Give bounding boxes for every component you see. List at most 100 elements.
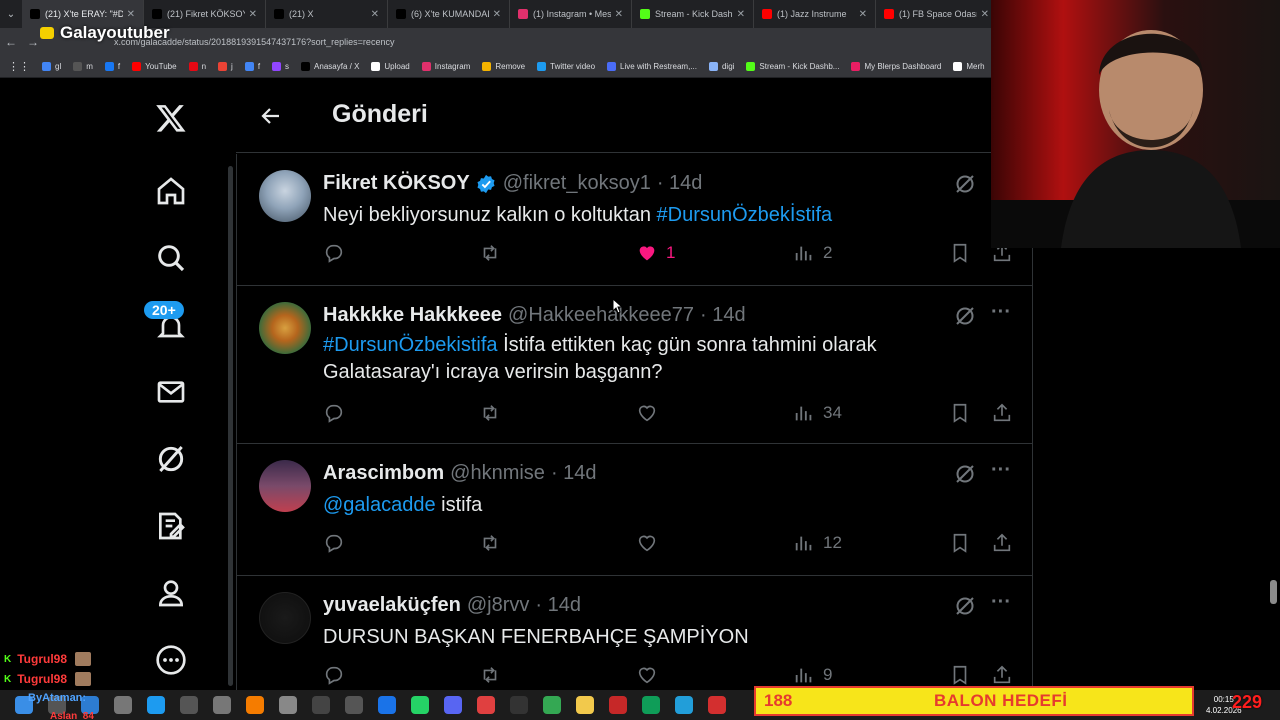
- user-handle[interactable]: @Hakkeehakkeee77: [508, 304, 694, 327]
- bookmark-item[interactable]: Upload: [371, 62, 410, 71]
- taskbar-app-icon[interactable]: [609, 696, 627, 714]
- bookmark-item[interactable]: m: [73, 62, 93, 71]
- close-tab-icon[interactable]: ✕: [249, 9, 257, 20]
- browser-tab[interactable]: (21) X ✕: [266, 0, 388, 28]
- discord-icon[interactable]: [444, 696, 462, 714]
- grok-icon[interactable]: [953, 172, 977, 196]
- bookmark-item[interactable]: Live with Restream,...: [607, 62, 697, 71]
- tweet-time[interactable]: · 14d: [535, 594, 581, 617]
- taskbar-app-icon[interactable]: [180, 696, 198, 714]
- back-arrow-icon[interactable]: ←: [0, 35, 22, 49]
- retweet-button[interactable]: [479, 242, 509, 264]
- bookmark-item[interactable]: n: [188, 62, 206, 71]
- views-button[interactable]: 12: [793, 532, 842, 554]
- like-button[interactable]: [636, 532, 666, 554]
- x-logo-icon[interactable]: [151, 98, 191, 138]
- browser-tab[interactable]: (1) Jazz Instrume ✕: [754, 0, 876, 28]
- user-handle[interactable]: @hknmise: [450, 462, 545, 485]
- browser-tab[interactable]: (1) FB Space Odası: F ✕: [876, 0, 998, 28]
- more-options-icon[interactable]: ···: [989, 460, 1013, 486]
- whatsapp-icon[interactable]: [411, 696, 429, 714]
- tweet-link[interactable]: #DursunÖzbekİstifa: [657, 204, 833, 226]
- tweet-link[interactable]: #DursunÖzbekistifa: [323, 334, 498, 356]
- taskbar-app-icon[interactable]: [114, 696, 132, 714]
- tweet[interactable]: Fikret KÖKSOY @fikret_koksoy1 · 14d Neyi be…: [237, 154, 1032, 286]
- bookmark-button[interactable]: [949, 532, 971, 554]
- browser-tab[interactable]: Stream - Kick Dashb ✕: [632, 0, 754, 28]
- bookmark-item[interactable]: j: [218, 62, 233, 71]
- grok-icon[interactable]: [953, 462, 977, 486]
- share-button[interactable]: [991, 532, 1013, 554]
- edge-icon[interactable]: [642, 696, 660, 714]
- taskbar-app-icon[interactable]: [510, 696, 528, 714]
- retweet-button[interactable]: [479, 532, 509, 554]
- avatar[interactable]: [259, 460, 311, 512]
- bookmark-item[interactable]: Anasayfa / X: [301, 62, 359, 71]
- more-icon[interactable]: [151, 640, 191, 680]
- avatar[interactable]: [259, 592, 311, 644]
- compose-icon[interactable]: [151, 506, 191, 546]
- bookmark-item[interactable]: f: [104, 62, 120, 71]
- user-handle[interactable]: @fikret_koksoy1: [503, 172, 651, 195]
- taskbar-app-icon[interactable]: [345, 696, 363, 714]
- like-button[interactable]: 1: [636, 242, 675, 264]
- close-tab-icon[interactable]: ✕: [737, 9, 745, 20]
- bookmark-item[interactable]: s: [272, 62, 289, 71]
- bookmark-button[interactable]: [949, 242, 971, 264]
- bookmark-button[interactable]: [949, 664, 971, 686]
- user-display-name[interactable]: Arascimbom: [323, 462, 444, 485]
- taskbar-app-icon[interactable]: [477, 696, 495, 714]
- taskbar-app-icon[interactable]: [246, 696, 264, 714]
- back-arrow-icon[interactable]: [258, 104, 284, 128]
- more-options-icon[interactable]: ···: [989, 592, 1013, 618]
- reply-button[interactable]: [323, 664, 353, 686]
- close-tab-icon[interactable]: ✕: [371, 9, 379, 20]
- share-button[interactable]: [991, 664, 1013, 686]
- profile-icon[interactable]: [151, 573, 191, 613]
- reply-button[interactable]: [323, 532, 353, 554]
- close-tab-icon[interactable]: ✕: [127, 9, 135, 20]
- avatar[interactable]: [259, 302, 311, 354]
- browser-tab[interactable]: (1) Instagram • Mesa ✕: [510, 0, 632, 28]
- tweet-time[interactable]: · 14d: [657, 172, 703, 195]
- retweet-button[interactable]: [479, 664, 509, 686]
- reply-button[interactable]: [323, 242, 353, 264]
- user-display-name[interactable]: yuvaelaküçfen: [323, 594, 461, 617]
- reply-button[interactable]: [323, 402, 353, 424]
- more-options-icon[interactable]: ···: [989, 302, 1013, 328]
- tweet[interactable]: Arascimbom @hknmise · 14d ··· @galacadde ist…: [237, 444, 1032, 576]
- apps-grid-icon[interactable]: ⋮⋮: [8, 60, 30, 73]
- bookmark-item[interactable]: gl: [42, 62, 61, 71]
- chrome-icon[interactable]: [543, 696, 561, 714]
- tab-search-icon[interactable]: ⌄: [0, 0, 22, 28]
- home-icon[interactable]: [151, 171, 191, 211]
- bookmark-item[interactable]: Merh: [953, 62, 985, 71]
- user-display-name[interactable]: Hakkkke Hakkkeee: [323, 304, 502, 327]
- grok-icon[interactable]: [953, 594, 977, 618]
- taskbar-app-icon[interactable]: [312, 696, 330, 714]
- tweet[interactable]: Hakkkke Hakkkeee @Hakkeehakkeee77 · 14d ···…: [237, 286, 1032, 444]
- retweet-button[interactable]: [479, 402, 509, 424]
- close-tab-icon[interactable]: ✕: [615, 9, 623, 20]
- bookmark-item[interactable]: Instagram: [421, 62, 470, 71]
- views-button[interactable]: 34: [793, 402, 842, 424]
- user-display-name[interactable]: Fikret KÖKSOY: [323, 172, 470, 195]
- bookmark-item[interactable]: digi: [708, 62, 734, 71]
- browser-tab[interactable]: (6) X'te KUMANDALI ✕: [388, 0, 510, 28]
- taskbar-app-icon[interactable]: [213, 696, 231, 714]
- close-tab-icon[interactable]: ✕: [859, 9, 867, 20]
- views-button[interactable]: 9: [793, 664, 832, 686]
- search-icon[interactable]: [151, 238, 191, 278]
- views-button[interactable]: 2: [793, 242, 832, 264]
- taskbar-app-icon[interactable]: [279, 696, 297, 714]
- grok-icon[interactable]: [953, 304, 977, 328]
- taskbar-app-icon[interactable]: [147, 696, 165, 714]
- like-button[interactable]: [636, 402, 666, 424]
- grok-icon[interactable]: [151, 439, 191, 479]
- nav-scrollbar[interactable]: [228, 166, 233, 686]
- folder-icon[interactable]: [576, 696, 594, 714]
- messages-icon[interactable]: [151, 372, 191, 412]
- taskbar-app-icon[interactable]: [378, 696, 396, 714]
- close-tab-icon[interactable]: ✕: [493, 9, 501, 20]
- page-scrollbar[interactable]: [1270, 580, 1277, 604]
